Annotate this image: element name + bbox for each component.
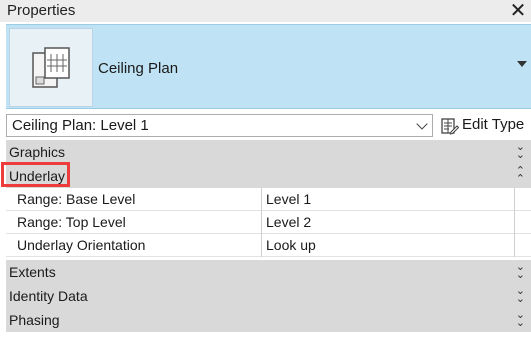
instance-selector-row: Ceiling Plan: Level 1 Edit Type — [0, 112, 531, 138]
column-divider — [261, 234, 262, 257]
group-identity-data[interactable]: Identity Data ⌄ ⌄ — [6, 284, 531, 308]
close-icon[interactable]: ✕ — [507, 0, 529, 22]
instance-filter-value: Ceiling Plan: Level 1 — [12, 117, 149, 134]
column-divider — [514, 234, 515, 257]
property-value[interactable]: Look up — [266, 237, 316, 253]
type-selector[interactable]: Ceiling Plan — [6, 24, 531, 109]
expand-icon[interactable]: ⌄ ⌄ — [516, 286, 525, 305]
chevron-down-icon — [416, 118, 428, 130]
group-extents-label: Extents — [9, 264, 56, 280]
expand-icon[interactable]: ⌄ ⌄ — [516, 142, 525, 161]
group-identity-data-label: Identity Data — [9, 288, 88, 304]
group-extents[interactable]: Extents ⌄ ⌄ — [6, 260, 531, 284]
column-divider — [514, 188, 515, 211]
property-name: Underlay Orientation — [17, 237, 146, 253]
type-name-label: Ceiling Plan — [98, 60, 179, 77]
property-name: Range: Top Level — [17, 214, 126, 230]
property-value[interactable]: Level 2 — [266, 214, 311, 230]
edit-type-button[interactable]: Edit Type — [438, 113, 527, 138]
ceiling-plan-icon — [32, 47, 70, 88]
underlay-highlight-box — [1, 162, 70, 187]
edit-type-label: Edit Type — [462, 116, 525, 133]
group-graphics-label: Graphics — [9, 144, 66, 160]
edit-type-icon — [441, 118, 459, 135]
expand-icon[interactable]: ⌄ ⌄ — [516, 262, 525, 281]
group-underlay[interactable]: Underlay ⌃ ⌃ — [6, 164, 531, 188]
property-value[interactable]: Level 1 — [266, 191, 311, 207]
property-name: Range: Base Level — [17, 191, 136, 207]
column-divider — [261, 211, 262, 234]
property-row[interactable]: Range: Base Level Level 1 — [6, 188, 531, 211]
type-thumbnail — [9, 28, 93, 107]
panel-footer — [0, 332, 531, 344]
group-graphics[interactable]: Graphics ⌄ ⌄ — [6, 140, 531, 164]
window-title: Properties — [7, 2, 76, 19]
property-row[interactable]: Underlay Orientation Look up — [6, 234, 531, 257]
group-phasing-label: Phasing — [9, 312, 60, 328]
group-phasing[interactable]: Phasing ⌄ ⌄ — [6, 308, 531, 332]
column-divider — [514, 211, 515, 234]
column-divider — [261, 188, 262, 211]
collapse-icon[interactable]: ⌃ ⌃ — [516, 166, 525, 185]
properties-titlebar: Properties ✕ — [0, 0, 531, 22]
type-dropdown-arrow-icon[interactable] — [517, 61, 527, 67]
expand-icon[interactable]: ⌄ ⌄ — [516, 310, 525, 329]
property-row[interactable]: Range: Top Level Level 2 — [6, 211, 531, 234]
instance-filter-dropdown[interactable]: Ceiling Plan: Level 1 — [6, 114, 433, 137]
